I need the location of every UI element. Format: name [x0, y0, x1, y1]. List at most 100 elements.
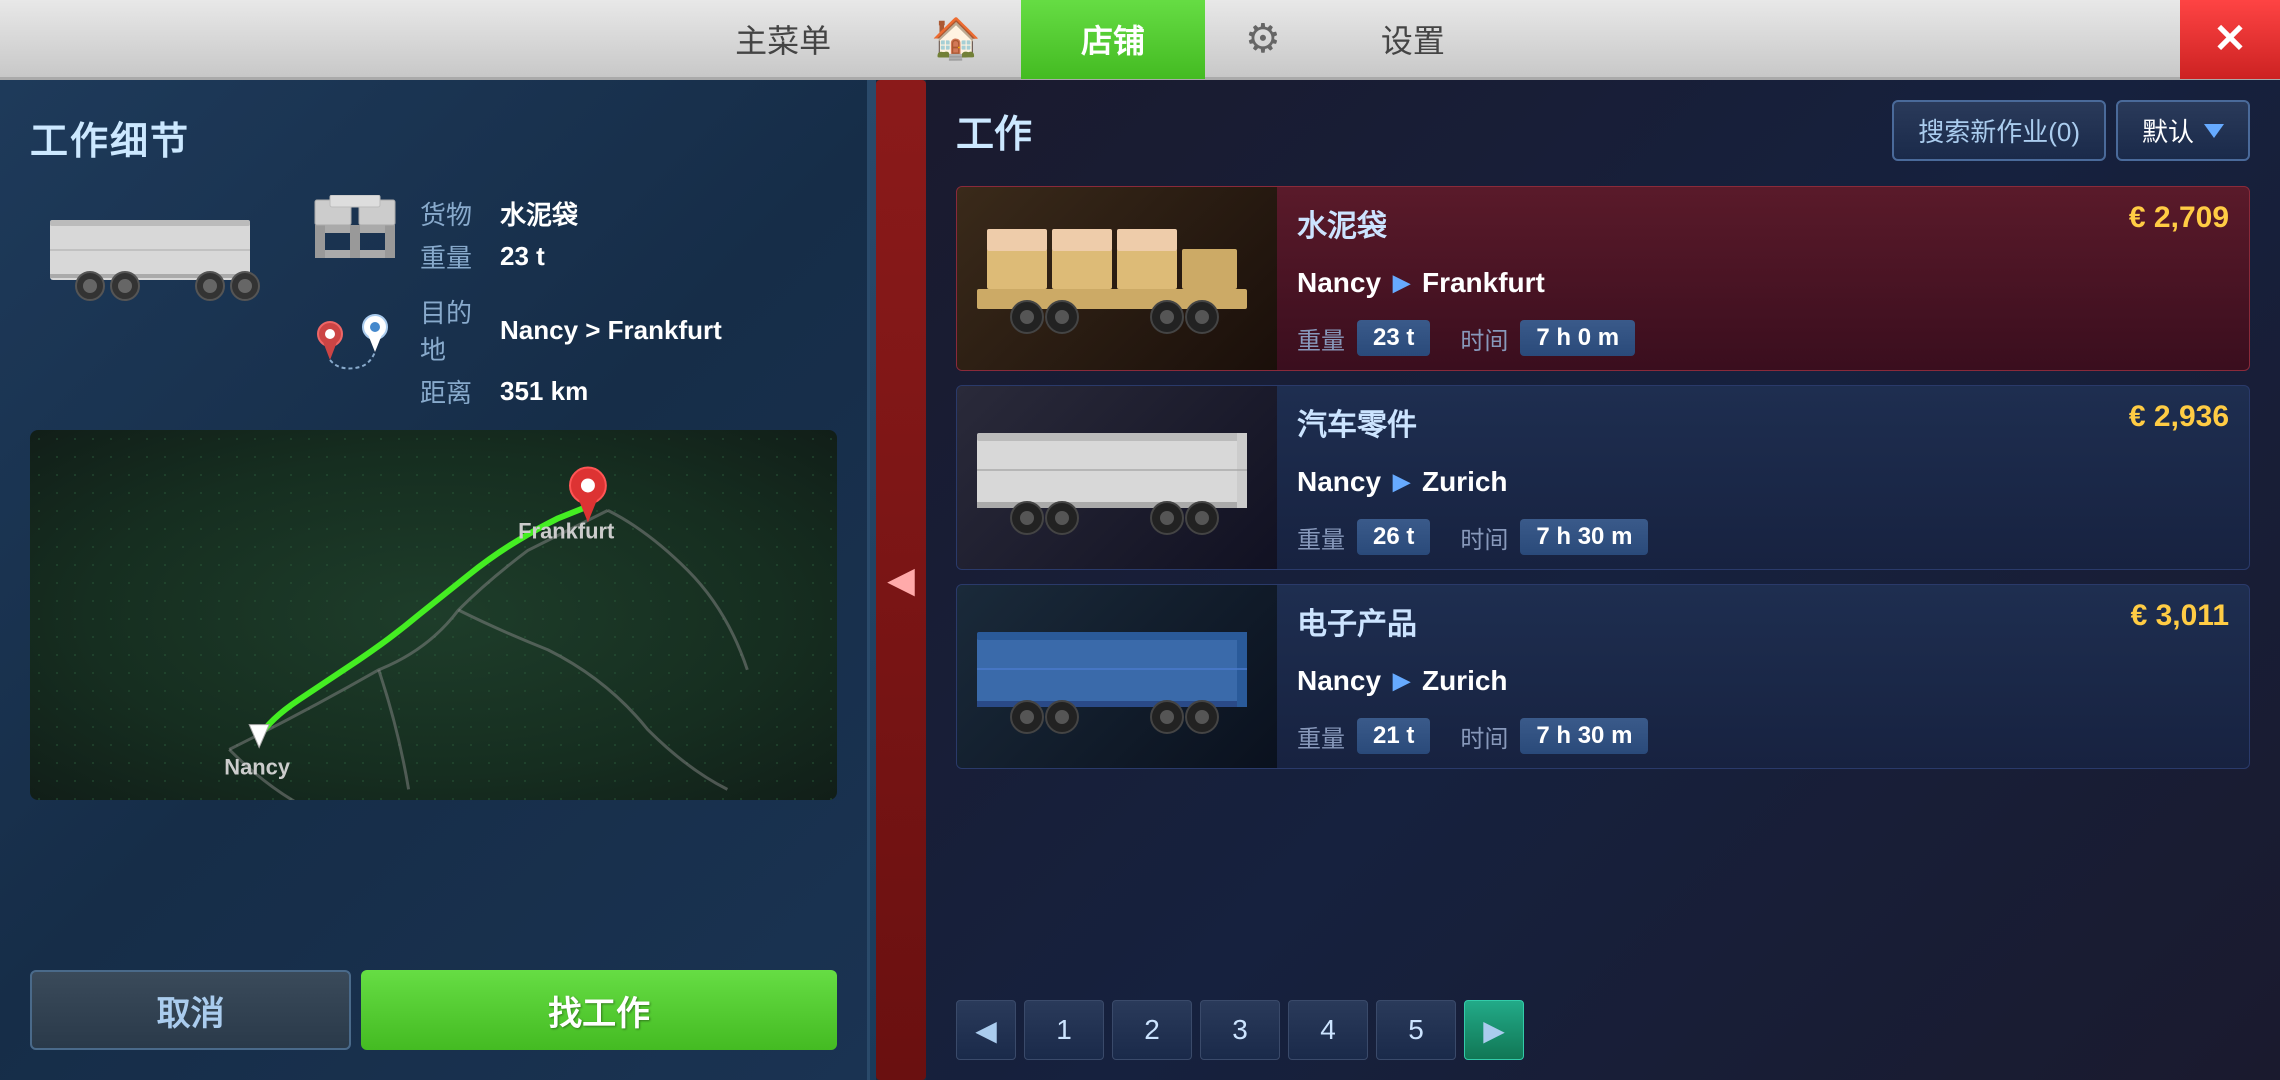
job-2-to: Zurich	[1422, 466, 1508, 498]
nav-items: 主菜单 🏠 店铺 ⚙ 设置	[0, 0, 2180, 79]
job-3-time-stat: 时间 7 h 30 m	[1460, 718, 1648, 754]
right-panel-title: 工作	[956, 103, 1032, 158]
job-2-time-label: 时间	[1460, 520, 1508, 555]
default-label: 默认	[2142, 112, 2194, 149]
default-sort-button[interactable]: 默认	[2116, 100, 2250, 161]
left-panel-job-details: 工作细节	[0, 80, 870, 1080]
job-3-cargo: 电子产品	[1297, 599, 1417, 643]
weight-label: 重量	[420, 238, 480, 275]
job-card-3[interactable]: 电子产品 € 3,011 Nancy ▶ Zurich 重量 21 t	[956, 584, 2250, 769]
job-3-to: Zurich	[1422, 665, 1508, 697]
destination-label: 目的地	[420, 293, 480, 367]
job-1-stats: 重量 23 t 时间 7 h 0 m	[1297, 320, 2229, 356]
job-1-time-stat: 时间 7 h 0 m	[1460, 320, 1635, 356]
job-1-cargo: 水泥袋	[1297, 201, 1387, 245]
job-card-2[interactable]: 汽车零件 € 2,936 Nancy ▶ Zurich 重量 26 t	[956, 385, 2250, 570]
distance-label: 距离	[420, 373, 480, 410]
panel-left-arrow[interactable]: ◀	[876, 80, 926, 1080]
pagination: ◀ 1 2 3 4 5 ▶	[956, 1000, 2250, 1060]
job-card-3-header: 电子产品 € 3,011	[1297, 599, 2229, 643]
job-card-2-image	[957, 386, 1277, 569]
cargo-icon-row: 货物 水泥袋 重量 23 t	[310, 195, 837, 275]
job-2-stats: 重量 26 t 时间 7 h 30 m	[1297, 519, 2229, 555]
cargo-row: 货物 水泥袋	[420, 195, 578, 232]
right-panel-jobs: 工作 搜索新作业(0) 默认	[926, 80, 2280, 1080]
nav-home-icon[interactable]: 🏠	[891, 0, 1021, 79]
route-map: Nancy Frankfurt	[30, 430, 837, 800]
cargo-label: 货物	[420, 195, 480, 232]
job-2-price: € 2,936	[2129, 400, 2229, 434]
job-1-to: Frankfurt	[1422, 267, 1545, 299]
destination-row: 目的地 Nancy > Frankfurt 距离 351 km	[310, 293, 837, 410]
job-3-time-value: 7 h 30 m	[1520, 718, 1648, 754]
job-3-weight-stat: 重量 21 t	[1297, 718, 1430, 754]
job-2-time-value: 7 h 30 m	[1520, 519, 1648, 555]
job-2-time-stat: 时间 7 h 30 m	[1460, 519, 1648, 555]
job-details-top: 货物 水泥袋 重量 23 t	[30, 185, 837, 410]
page-2-button[interactable]: 2	[1112, 1000, 1192, 1060]
job-1-from: Nancy	[1297, 267, 1381, 299]
top-navigation: 主菜单 🏠 店铺 ⚙ 设置 ✕	[0, 0, 2280, 80]
job-1-time-value: 7 h 0 m	[1520, 320, 1635, 356]
bottom-buttons: 取消 找工作	[30, 970, 837, 1050]
job-card-1[interactable]: 水泥袋 € 2,709 Nancy ▶ Frankfurt 重量 23 t	[956, 186, 2250, 371]
job-2-from: Nancy	[1297, 466, 1381, 498]
distance-value: 351 km	[500, 376, 588, 407]
job-card-3-image	[957, 585, 1277, 768]
job-2-weight-label: 重量	[1297, 520, 1345, 555]
job-1-weight-value: 23 t	[1357, 320, 1430, 356]
job-card-1-header: 水泥袋 € 2,709	[1297, 201, 2229, 245]
page-next-button[interactable]: ▶	[1464, 1000, 1524, 1060]
job-2-cargo: 汽车零件	[1297, 400, 1417, 444]
weight-row: 重量 23 t	[420, 238, 578, 275]
nav-settings[interactable]: 设置	[1321, 0, 1505, 79]
route-arrow-icon-3: ▶	[1393, 668, 1410, 694]
job-3-stats: 重量 21 t 时间 7 h 30 m	[1297, 718, 2229, 754]
job-card-2-info: 汽车零件 € 2,936 Nancy ▶ Zurich 重量 26 t	[1277, 386, 2249, 569]
right-header: 工作 搜索新作业(0) 默认	[956, 100, 2250, 161]
nav-shop[interactable]: 店铺	[1021, 0, 1205, 79]
page-5-button[interactable]: 5	[1376, 1000, 1456, 1060]
job-3-from: Nancy	[1297, 665, 1381, 697]
jobs-list: 水泥袋 € 2,709 Nancy ▶ Frankfurt 重量 23 t	[956, 186, 2250, 985]
close-button[interactable]: ✕	[2180, 0, 2280, 79]
distance-row: 距离 351 km	[420, 373, 722, 410]
route-arrow-icon-2: ▶	[1393, 469, 1410, 495]
right-controls: 搜索新作业(0) 默认	[1892, 100, 2250, 161]
nav-main-menu[interactable]: 主菜单	[675, 0, 891, 79]
main-content: 工作细节	[0, 80, 2280, 1080]
job-2-weight-stat: 重量 26 t	[1297, 519, 1430, 555]
dropdown-arrow-icon	[2204, 124, 2224, 138]
job-card-1-info: 水泥袋 € 2,709 Nancy ▶ Frankfurt 重量 23 t	[1277, 187, 2249, 370]
job-1-time-label: 时间	[1460, 321, 1508, 356]
truck-image	[30, 185, 290, 325]
search-new-job-button[interactable]: 搜索新作业(0)	[1892, 100, 2106, 161]
job-1-weight-label: 重量	[1297, 321, 1345, 356]
job-card-3-info: 电子产品 € 3,011 Nancy ▶ Zurich 重量 21 t	[1277, 585, 2249, 768]
job-2-route: Nancy ▶ Zurich	[1297, 466, 2229, 498]
weight-value: 23 t	[500, 241, 545, 272]
page-3-button[interactable]: 3	[1200, 1000, 1280, 1060]
job-1-price: € 2,709	[2129, 201, 2229, 235]
job-card-2-header: 汽车零件 € 2,936	[1297, 400, 2229, 444]
job-3-weight-label: 重量	[1297, 719, 1345, 754]
map-svg: Nancy Frankfurt	[30, 430, 837, 800]
page-1-button[interactable]: 1	[1024, 1000, 1104, 1060]
cargo-value: 水泥袋	[500, 195, 578, 232]
nav-settings-icon[interactable]: ⚙	[1205, 0, 1321, 79]
job-1-route: Nancy ▶ Frankfurt	[1297, 267, 2229, 299]
page-prev-button[interactable]: ◀	[956, 1000, 1016, 1060]
job-3-price: € 3,011	[2131, 599, 2229, 633]
job-card-1-image	[957, 187, 1277, 370]
job-3-route: Nancy ▶ Zurich	[1297, 665, 2229, 697]
cancel-button[interactable]: 取消	[30, 970, 351, 1050]
cargo-info-table: 货物 水泥袋 重量 23 t	[420, 195, 578, 275]
job-2-weight-value: 26 t	[1357, 519, 1430, 555]
destination-info-row: 目的地 Nancy > Frankfurt	[420, 293, 722, 367]
job-3-time-label: 时间	[1460, 719, 1508, 754]
destination-value: Nancy > Frankfurt	[500, 315, 722, 346]
page-4-button[interactable]: 4	[1288, 1000, 1368, 1060]
svg-text:Frankfurt: Frankfurt	[518, 518, 615, 543]
svg-text:Nancy: Nancy	[224, 754, 291, 779]
find-job-button[interactable]: 找工作	[361, 970, 837, 1050]
